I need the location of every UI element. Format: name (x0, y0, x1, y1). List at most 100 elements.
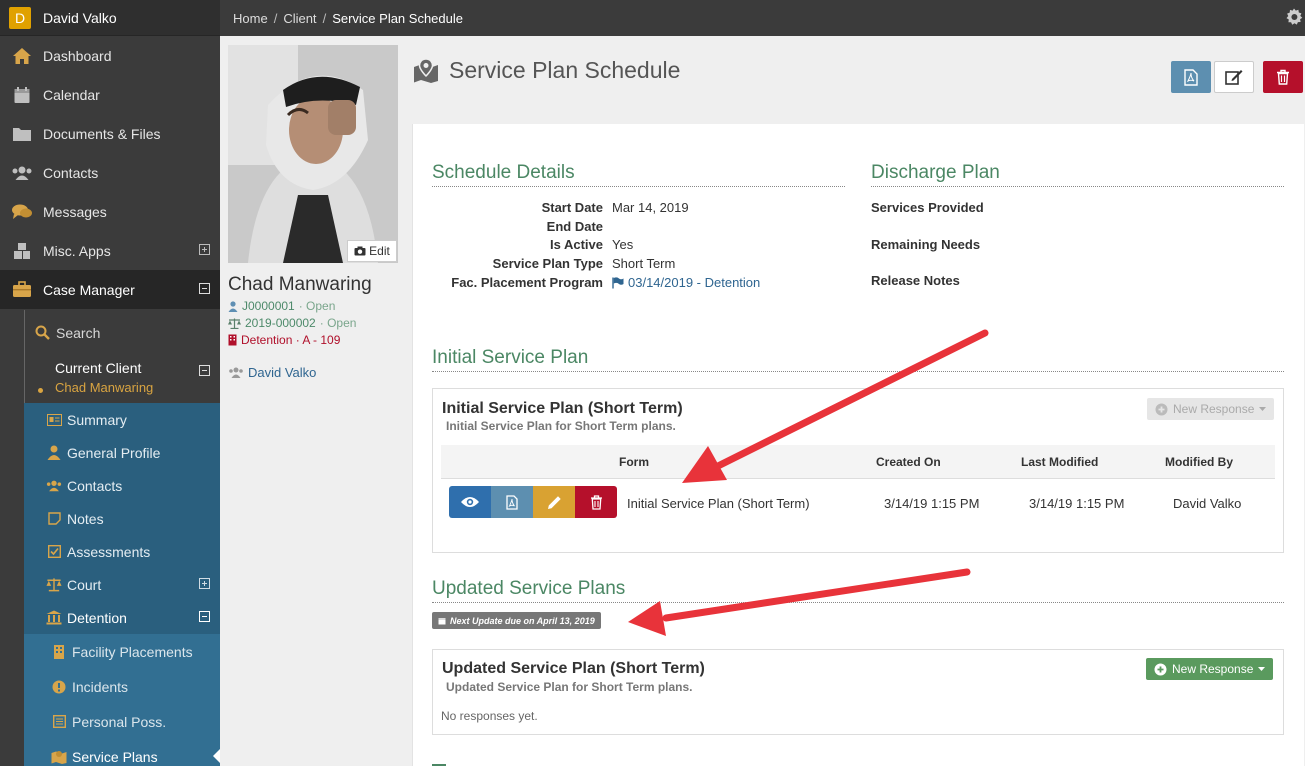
collapse-minus-icon[interactable] (199, 365, 210, 376)
main-panel: Schedule Details Start Date Mar 14, 2019… (412, 124, 1304, 766)
updated-service-plans-title: Updated Service Plans (432, 578, 626, 599)
release-notes-label: Release Notes (871, 273, 960, 288)
nav-calendar[interactable]: Calendar (0, 75, 220, 114)
client-name: Chad Manwaring (228, 274, 372, 295)
page-title: Service Plan Schedule (449, 57, 681, 83)
nav-label: Assessments (67, 543, 151, 560)
nav-case-manager[interactable]: Case Manager (0, 270, 220, 309)
edit-button[interactable] (1214, 61, 1254, 93)
breadcrumb-client[interactable]: Client (283, 11, 316, 26)
checkbox-icon (46, 544, 62, 560)
nav-label: Incidents (72, 678, 129, 695)
edit-photo-button[interactable]: Edit (347, 240, 397, 262)
page-actions (1171, 61, 1303, 93)
schedule-details-title: Schedule Details (432, 162, 575, 183)
user-icon (46, 445, 62, 461)
cubes-icon (11, 240, 33, 262)
nav-search[interactable]: Search (24, 316, 220, 349)
detention-location: Detention · A - 109 (241, 333, 341, 347)
pdf-button[interactable] (1171, 61, 1211, 93)
section-divider (871, 186, 1284, 187)
nav-client-contacts[interactable]: Contacts (24, 469, 220, 502)
delete-button[interactable] (575, 486, 617, 518)
edit-button[interactable] (533, 486, 575, 518)
placement-program-value: 03/14/2019 - Detention (628, 275, 761, 290)
expand-plus-icon[interactable] (199, 578, 210, 589)
collapse-minus-icon[interactable] (199, 283, 210, 294)
plus-circle-icon (1155, 403, 1168, 416)
user-menu[interactable]: D David Valko (0, 0, 220, 36)
nav-general-profile[interactable]: General Profile (24, 436, 220, 469)
is-active-label: Is Active (550, 237, 603, 252)
nav-label: Contacts (67, 477, 123, 494)
nav-incidents[interactable]: Incidents (24, 669, 220, 704)
services-provided-label: Services Provided (871, 200, 984, 215)
bullet-dot (38, 388, 43, 393)
nav-label: Service Plans (72, 748, 158, 765)
placement-program-label: Fac. Placement Program (451, 275, 603, 290)
section-divider (432, 602, 1284, 603)
nav-notes[interactable]: Notes (24, 502, 220, 535)
delete-button[interactable] (1263, 61, 1303, 93)
user-avatar: D (9, 6, 31, 29)
user-name: David Valko (43, 9, 117, 26)
card-title: Initial Service Plan (Short Term) (442, 400, 683, 417)
edit-label: Edit (369, 244, 390, 258)
pdf-button[interactable] (491, 486, 533, 518)
nav-dashboard[interactable]: Dashboard (0, 36, 220, 75)
flag-icon (612, 276, 624, 289)
building-icon (51, 644, 67, 660)
nav-documents[interactable]: Documents & Files (0, 114, 220, 153)
plus-circle-icon (1154, 663, 1167, 676)
case-info[interactable]: J0000001 · Open (228, 299, 403, 313)
nav-label: Calendar (43, 86, 100, 103)
nav-misc-apps[interactable]: Misc. Apps (0, 231, 220, 270)
next-section-title-partial (432, 754, 446, 766)
nav-personal-poss[interactable]: Personal Poss. (24, 704, 220, 739)
caret-down-icon (1258, 667, 1266, 671)
view-button[interactable] (449, 486, 491, 518)
nav-facility-placements[interactable]: Facility Placements (24, 634, 220, 669)
current-client-label: Current Client (55, 360, 142, 376)
court-status: · Open (319, 316, 357, 330)
nav-label: Personal Poss. (72, 713, 167, 730)
start-date-label: Start Date (541, 200, 603, 215)
users-icon (11, 162, 33, 184)
collapse-minus-icon[interactable] (199, 611, 210, 622)
nav-summary[interactable]: Summary (24, 403, 220, 436)
remaining-needs-label: Remaining Needs (871, 237, 981, 252)
nav-messages[interactable]: Messages (0, 192, 220, 231)
court-info[interactable]: 2019-000002 · Open (228, 316, 403, 330)
expand-plus-icon[interactable] (199, 244, 210, 255)
court-id: 2019-000002 (245, 316, 316, 330)
case-worker[interactable]: David Valko (228, 365, 403, 380)
form-name[interactable]: Initial Service Plan (Short Term) (627, 496, 810, 511)
last-modified: 3/14/19 1:15 PM (1029, 496, 1125, 511)
active-caret (213, 749, 220, 763)
gear-icon[interactable] (1285, 8, 1303, 26)
detention-info[interactable]: Detention · A - 109 (228, 333, 403, 347)
caret-down-icon (1259, 407, 1267, 411)
chat-icon (11, 201, 33, 223)
new-response-button[interactable]: New Response (1147, 398, 1275, 420)
briefcase-icon (11, 279, 33, 301)
nav-service-plans[interactable]: Service Plans (24, 739, 220, 766)
eye-icon (460, 496, 480, 508)
next-update-text: Next Update due on April 13, 2019 (450, 615, 595, 626)
breadcrumb-home[interactable]: Home (233, 11, 268, 26)
new-response-button[interactable]: New Response (1146, 658, 1274, 680)
current-client[interactable]: Current Client Chad Manwaring (24, 354, 220, 404)
nav-court[interactable]: Court (24, 568, 220, 601)
empty-state-text: No responses yet. (441, 709, 538, 723)
detention-submenu: Facility Placements Incidents Personal P… (24, 634, 220, 766)
nav-assessments[interactable]: Assessments (24, 535, 220, 568)
nav-contacts[interactable]: Contacts (0, 153, 220, 192)
breadcrumb-separator: / (273, 10, 278, 26)
pencil-icon (547, 495, 562, 510)
nav-label: Misc. Apps (43, 242, 111, 259)
placement-program-link[interactable]: 03/14/2019 - Detention (612, 275, 760, 290)
building-icon (46, 610, 62, 626)
client-photo: Edit (228, 45, 398, 263)
nav-detention[interactable]: Detention (24, 601, 220, 634)
current-client-name: Chad Manwaring (55, 380, 154, 395)
